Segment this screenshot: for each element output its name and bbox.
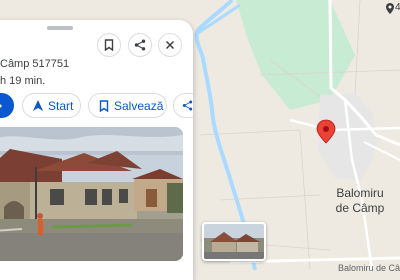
bookmark-icon — [104, 39, 114, 51]
start-button-label: Start — [48, 98, 74, 113]
save-button[interactable]: Salvează — [88, 93, 167, 118]
thumbnail-image — [204, 224, 264, 259]
directions-icon — [0, 103, 2, 108]
corner-label: 4 — [395, 2, 400, 13]
save-button-label: Salvează — [114, 98, 164, 113]
place-label: Balomiru de Câmp — [322, 186, 398, 216]
drag-handle[interactable] — [47, 26, 73, 30]
place-label-line2: de Câmp — [335, 201, 385, 215]
place-panel[interactable]: Câmp 517751 h 19 min. Start Salvează — [0, 20, 193, 280]
navigation-arrow-icon — [33, 100, 43, 111]
street-view-thumbnail[interactable] — [202, 222, 266, 261]
share-icon — [134, 39, 146, 51]
share-button[interactable] — [128, 33, 152, 57]
place-address: Câmp 517751 — [0, 58, 70, 70]
bookmark-outline-icon — [99, 99, 109, 112]
share-chip-icon — [182, 100, 193, 111]
directions-button[interactable] — [0, 93, 14, 118]
street-photo-image — [0, 127, 183, 261]
share-chip-button[interactable] — [173, 93, 193, 118]
close-icon — [165, 40, 175, 50]
travel-time: h 19 min. — [0, 75, 46, 87]
street-label: Balomiru de Câmp — [338, 263, 400, 273]
save-bookmark-button[interactable] — [97, 33, 121, 57]
place-label-line1: Balomiru — [336, 186, 384, 200]
start-button[interactable]: Start — [22, 93, 81, 118]
close-button[interactable] — [158, 33, 182, 57]
place-photo[interactable] — [0, 127, 183, 261]
